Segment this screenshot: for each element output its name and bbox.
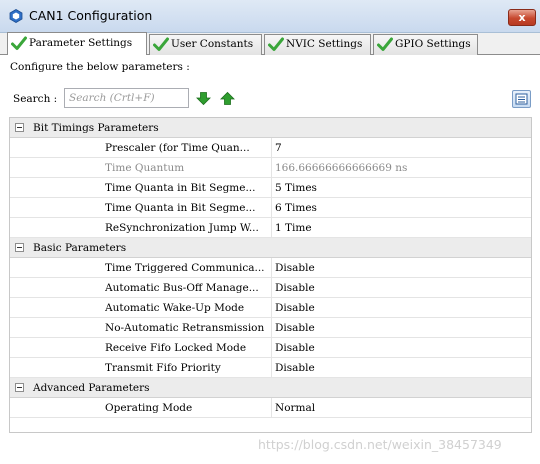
param-row[interactable]: Prescaler (for Time Quan... 7 <box>10 138 531 158</box>
column-divider <box>271 138 272 158</box>
param-value: 166.66666666666669 ns <box>275 162 408 174</box>
parameter-grid: Bit Timings Parameters Prescaler (for Ti… <box>9 117 532 433</box>
arrow-down-icon[interactable] <box>196 91 211 106</box>
group-label: Advanced Parameters <box>33 382 150 394</box>
collapse-icon[interactable] <box>15 383 24 392</box>
column-divider <box>271 198 272 218</box>
check-icon <box>11 36 27 50</box>
check-icon <box>377 37 393 51</box>
group-advanced-parameters[interactable]: Advanced Parameters <box>10 378 531 398</box>
param-name: Automatic Bus-Off Manage... <box>105 282 259 294</box>
tab-user-constants[interactable]: User Constants <box>149 34 262 55</box>
column-divider <box>271 398 272 418</box>
parameter-settings-panel: Configure the below parameters : Search … <box>0 55 540 464</box>
title-bar: CAN1 Configuration x <box>0 0 540 33</box>
param-name: No-Automatic Retransmission <box>105 322 265 334</box>
param-value[interactable]: Disable <box>275 282 315 294</box>
param-value[interactable]: Disable <box>275 302 315 314</box>
param-value[interactable]: Disable <box>275 262 315 274</box>
tab-parameter-settings[interactable]: Parameter Settings <box>7 32 147 56</box>
column-divider <box>271 218 272 238</box>
column-divider <box>271 318 272 338</box>
group-bit-timings[interactable]: Bit Timings Parameters <box>10 118 531 138</box>
group-label: Basic Parameters <box>33 242 127 254</box>
param-value[interactable]: 1 Time <box>275 222 312 234</box>
param-row[interactable]: Time Quanta in Bit Segme... 5 Times <box>10 178 531 198</box>
group-basic-parameters[interactable]: Basic Parameters <box>10 238 531 258</box>
param-name: Automatic Wake-Up Mode <box>105 302 245 314</box>
tab-label: NVIC Settings <box>286 38 363 50</box>
arrow-up-icon[interactable] <box>220 91 235 106</box>
param-row[interactable]: Automatic Bus-Off Manage... Disable <box>10 278 531 298</box>
tab-label: GPIO Settings <box>395 38 471 50</box>
param-value[interactable]: 5 Times <box>275 182 317 194</box>
column-divider <box>271 258 272 278</box>
param-row[interactable]: ReSynchronization Jump W... 1 Time <box>10 218 531 238</box>
param-name: Prescaler (for Time Quan... <box>105 142 250 154</box>
column-divider <box>271 298 272 318</box>
param-value[interactable]: Disable <box>275 322 315 334</box>
param-name: Time Quantum <box>105 162 185 174</box>
list-view-icon <box>515 93 528 105</box>
column-divider <box>271 278 272 298</box>
tab-gpio-settings[interactable]: GPIO Settings <box>373 34 478 55</box>
app-icon <box>9 9 23 23</box>
intro-text: Configure the below parameters : <box>10 61 190 73</box>
param-value[interactable]: 6 Times <box>275 202 317 214</box>
param-name: Time Quanta in Bit Segme... <box>105 202 256 214</box>
view-toggle-button[interactable] <box>512 90 531 108</box>
param-row: Time Quantum 166.66666666666669 ns <box>10 158 531 178</box>
check-icon <box>268 37 284 51</box>
check-icon <box>153 37 169 51</box>
param-row[interactable]: Time Quanta in Bit Segme... 6 Times <box>10 198 531 218</box>
column-divider <box>271 338 272 358</box>
param-name: Time Quanta in Bit Segme... <box>105 182 256 194</box>
param-row[interactable]: No-Automatic Retransmission Disable <box>10 318 531 338</box>
column-divider <box>271 358 272 378</box>
window-title: CAN1 Configuration <box>29 8 153 23</box>
param-name: Transmit Fifo Priority <box>105 362 221 374</box>
param-row[interactable]: Operating Mode Normal <box>10 398 531 418</box>
search-label: Search : <box>13 93 58 105</box>
param-row[interactable]: Time Triggered Communica... Disable <box>10 258 531 278</box>
column-divider <box>271 158 272 178</box>
collapse-icon[interactable] <box>15 243 24 252</box>
param-name: Receive Fifo Locked Mode <box>105 342 247 354</box>
param-value[interactable]: Disable <box>275 362 315 374</box>
param-name: Operating Mode <box>105 402 193 414</box>
param-value[interactable]: Normal <box>275 402 315 414</box>
param-row[interactable]: Receive Fifo Locked Mode Disable <box>10 338 531 358</box>
tab-label: Parameter Settings <box>29 37 133 49</box>
close-icon: x <box>518 11 526 24</box>
search-input[interactable] <box>64 88 189 108</box>
tab-label: User Constants <box>171 38 254 50</box>
close-button[interactable]: x <box>508 9 536 26</box>
collapse-icon[interactable] <box>15 123 24 132</box>
tab-strip: Parameter Settings User Constants NVIC S… <box>0 32 540 56</box>
param-name: ReSynchronization Jump W... <box>105 222 259 234</box>
param-row[interactable]: Transmit Fifo Priority Disable <box>10 358 531 378</box>
param-value[interactable]: Disable <box>275 342 315 354</box>
watermark: https://blog.csdn.net/weixin_38457349 <box>258 437 502 452</box>
param-name: Time Triggered Communica... <box>105 262 265 274</box>
tab-nvic-settings[interactable]: NVIC Settings <box>264 34 371 55</box>
param-row[interactable]: Automatic Wake-Up Mode Disable <box>10 298 531 318</box>
param-value[interactable]: 7 <box>275 142 282 154</box>
column-divider <box>271 178 272 198</box>
group-label: Bit Timings Parameters <box>33 122 159 134</box>
